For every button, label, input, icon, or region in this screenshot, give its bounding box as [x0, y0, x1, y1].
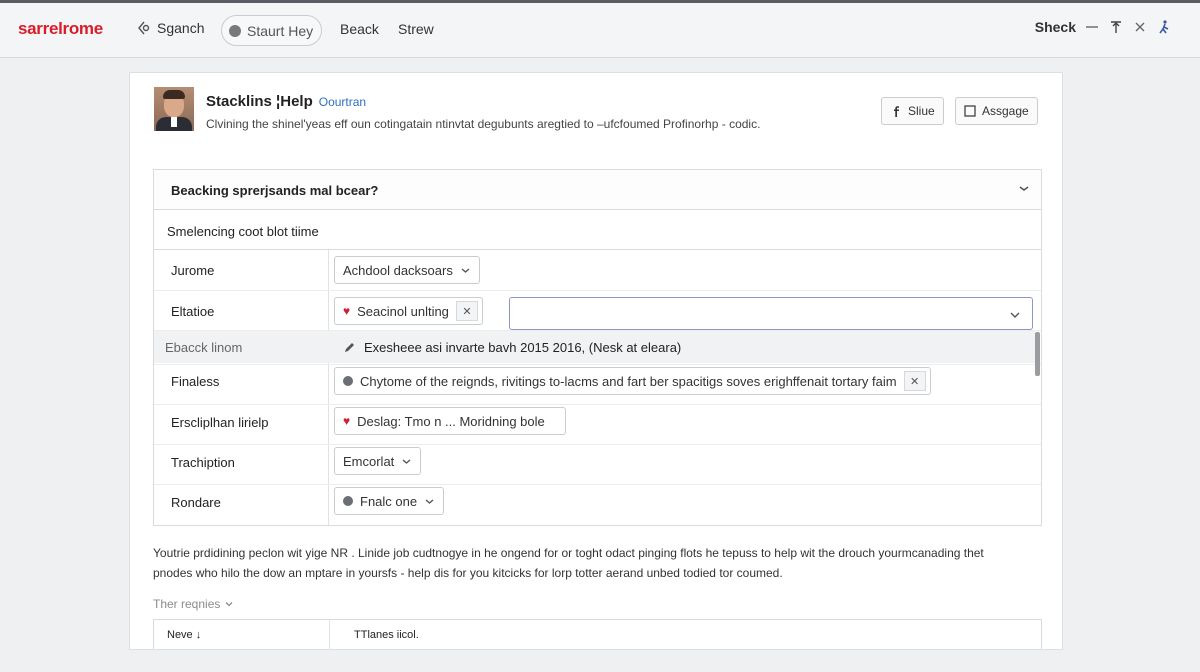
ebacck-value: Exesheee asi invarte bavh 2015 2016, (Ne… [364, 340, 682, 355]
remove-tag-icon[interactable]: ✕ [455, 301, 478, 321]
search-label: Sganch [157, 20, 205, 36]
share-button-label: Sliue [908, 104, 935, 118]
brand-logo[interactable]: sarrelrome [18, 19, 103, 39]
check-menu[interactable]: Sheck [1035, 19, 1076, 35]
chevron-down-icon [1010, 312, 1020, 318]
panel-header[interactable]: Beacking sprerjsands mal bcear? [154, 170, 1041, 210]
top-right-controls: Sheck [1035, 19, 1172, 35]
erscliplhan-field[interactable]: ♥ Deslag: Tmo n ... Moridning bole [334, 407, 566, 435]
eltatioe-tag[interactable]: ♥ Seacinol unlting ✕ [334, 297, 483, 325]
finaless-value: Chytome of the reignds, rivitings to-lac… [360, 373, 897, 389]
nav-link-back[interactable]: Beack [340, 21, 379, 37]
search-nav[interactable]: Sganch [135, 20, 204, 36]
section-title-text: Smelencing coot blot tiime [167, 224, 319, 239]
chevron-down-icon [425, 498, 434, 504]
jurome-value: Achdool dacksoars [343, 262, 453, 278]
ebacck-value-row: Exesheee asi invarte bavh 2015 2016, (Ne… [343, 340, 681, 355]
title-link[interactable]: Oourtran [319, 95, 366, 109]
row-label-finaless: Finaless [171, 374, 220, 389]
panel-scrollbar[interactable] [1035, 332, 1040, 376]
start-pill-label: Staurt Hey [247, 22, 314, 39]
chevron-down-icon [225, 602, 233, 607]
dash-icon[interactable] [1084, 19, 1100, 35]
top-bar: sarrelrome Sganch Staurt Hey Beack Strew… [0, 0, 1200, 58]
assign-button[interactable]: Assgage [955, 97, 1038, 125]
row-label-eltatioe: Eltatioe [171, 304, 215, 319]
eltatioe-value: Seacinol unlting [357, 303, 449, 319]
trachiption-value: Emcorlat [343, 453, 395, 469]
row-label-erscliplhan: Erscliplhan lirielp [171, 415, 269, 430]
close-icon[interactable] [1132, 19, 1148, 35]
dot-icon [343, 496, 353, 506]
profile-title-row: Stacklins ¦Help Oourtran [206, 93, 366, 110]
checkbox-icon [964, 105, 976, 117]
column-header-titles[interactable]: TTlanes iicol. [354, 629, 419, 641]
help-text-line-1: Youtrie prdidining peclon wit yige NR . … [153, 546, 984, 560]
erscliplhan-value: Deslag: Tmo n ... Moridning bole [357, 413, 545, 429]
remove-tag-icon[interactable]: ✕ [903, 371, 926, 391]
help-text-line-2: pnodes who hilo the dow an mptare in you… [153, 566, 783, 580]
row-label-ebacck: Ebacck linom [165, 340, 243, 355]
trachiption-dropdown[interactable]: Emcorlat [334, 447, 422, 475]
eltatioe-select[interactable] [509, 297, 1033, 330]
facebook-icon [894, 106, 899, 117]
heart-icon: ♥ [343, 304, 351, 318]
form-panel: Beacking sprerjsands mal bcear? Smelenci… [153, 169, 1042, 526]
row-label-rondare: Rondare [171, 495, 221, 510]
profile-avatar [154, 87, 194, 131]
row-label-jurome: Jurome [171, 263, 215, 278]
dot-icon [343, 376, 353, 386]
column-header-name[interactable]: Neve ↓ [167, 629, 201, 641]
requirements-toggle[interactable]: Ther reqnies [153, 597, 234, 611]
walk-icon[interactable] [1156, 19, 1172, 35]
page-title: Stacklins ¦Help [206, 93, 313, 110]
search-icon [138, 21, 150, 35]
nav-link-stream[interactable]: Strew [398, 21, 434, 37]
assign-button-label: Assgage [982, 104, 1029, 118]
start-help-pill[interactable]: Staurt Hey [221, 15, 322, 46]
share-button[interactable]: Sliue [881, 97, 944, 125]
page-subtitle: Clvining the shinel'yeas eff oun cotinga… [206, 117, 761, 131]
edit-icon[interactable] [343, 341, 356, 354]
pin-icon[interactable] [1108, 19, 1124, 35]
rondare-dropdown[interactable]: Fnalc one [334, 487, 445, 515]
rondare-value: Fnalc one [360, 493, 418, 509]
panel-question: Beacking sprerjsands mal bcear? [171, 183, 379, 198]
chevron-down-icon[interactable] [1017, 182, 1031, 196]
table-header: Neve ↓ TTlanes iicol. [153, 619, 1042, 650]
main-card: Stacklins ¦Help Oourtran Clvining the sh… [129, 72, 1063, 650]
heart-icon: ♥ [343, 414, 351, 428]
requirements-label: Ther reqnies [153, 597, 221, 611]
section-title: Smelencing coot blot tiime [154, 210, 1041, 250]
chevron-down-icon [461, 267, 470, 273]
row-label-trachiption: Trachiption [171, 455, 235, 470]
chevron-down-icon [402, 458, 411, 464]
jurome-dropdown[interactable]: Achdool dacksoars [334, 256, 480, 284]
finaless-tag[interactable]: Chytome of the reignds, rivitings to-lac… [334, 367, 931, 395]
status-dot-icon [229, 24, 241, 37]
